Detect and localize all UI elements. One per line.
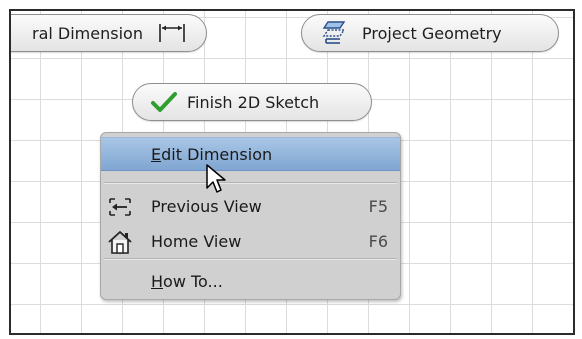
- home-view-icon: [107, 229, 133, 255]
- general-dimension-button[interactable]: ral Dimension: [11, 14, 207, 52]
- horizontal-dimension-icon: [157, 22, 187, 44]
- menu-item-previous-view[interactable]: Previous View F5: [101, 189, 400, 223]
- window-shadow: ral Dimension Project Geometry Finish 2D…: [9, 9, 575, 335]
- shortcut-label: F6: [368, 231, 388, 251]
- shortcut-label: F5: [368, 196, 388, 216]
- menu-item-edit-dimension[interactable]: Edit Dimension: [101, 137, 400, 171]
- finish-2d-sketch-label: Finish 2D Sketch: [187, 92, 320, 112]
- mouse-cursor-icon: [206, 164, 230, 200]
- menu-separator: [104, 182, 397, 184]
- project-geometry-button[interactable]: Project Geometry: [301, 14, 559, 52]
- project-geometry-icon: [320, 19, 348, 47]
- menu-item-label: How To...: [151, 271, 223, 291]
- menu-item-home-view[interactable]: Home View F6: [101, 224, 400, 258]
- green-checkmark-icon: [151, 91, 177, 113]
- finish-2d-sketch-button[interactable]: Finish 2D Sketch: [132, 83, 372, 121]
- context-menu: Edit Dimension Previous View F5 Home Vie…: [100, 132, 401, 300]
- project-geometry-label: Project Geometry: [362, 23, 502, 43]
- menu-item-how-to[interactable]: How To...: [101, 264, 400, 298]
- menu-item-label: Home View: [151, 231, 242, 251]
- sketch-canvas[interactable]: ral Dimension Project Geometry Finish 2D…: [9, 9, 575, 335]
- general-dimension-label: ral Dimension: [32, 23, 143, 43]
- menu-separator: [104, 258, 397, 260]
- previous-view-icon: [107, 194, 133, 220]
- menu-item-label: Edit Dimension: [151, 144, 273, 164]
